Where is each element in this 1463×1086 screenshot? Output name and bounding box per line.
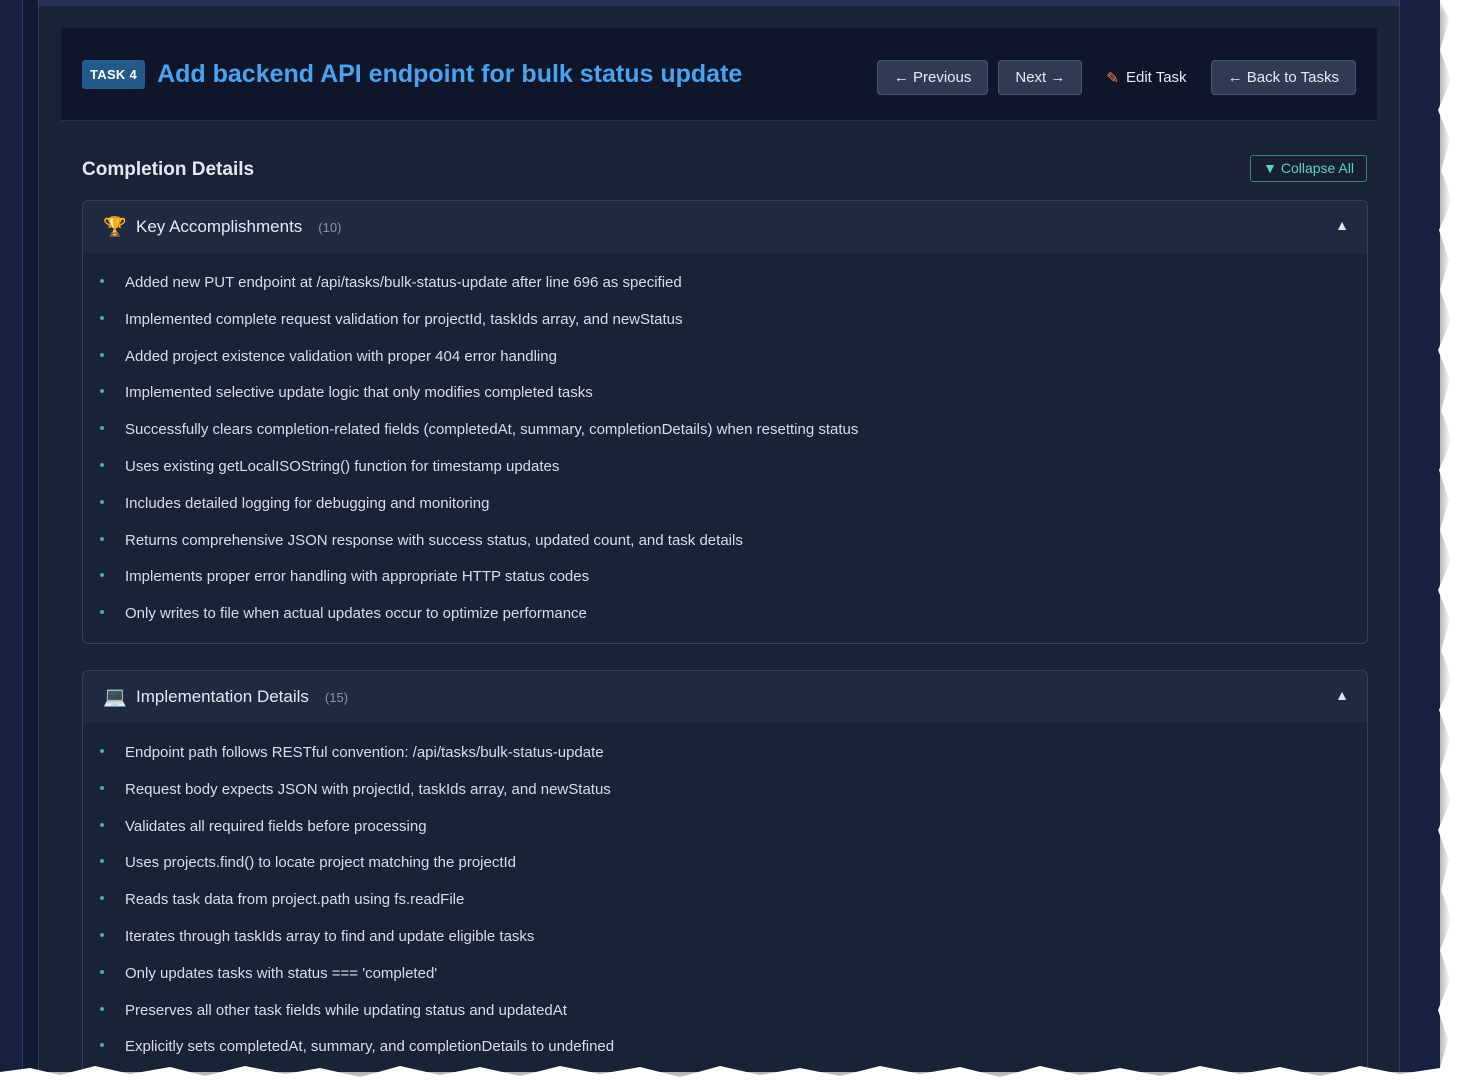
list-item: Returns comprehensive JSON response with… (83, 523, 1367, 560)
list-item: Only updates tasks with status === 'comp… (83, 956, 1367, 993)
trophy-icon: 🏆 (103, 217, 127, 238)
task-nav-buttons: ← Previous Next → ✎ Edit Task ← Back to … (867, 60, 1356, 95)
previous-button-label: ← Previous (893, 69, 972, 86)
list-item: Request body expects JSON with projectId… (83, 772, 1367, 809)
completion-details-title: Completion Details (82, 159, 255, 180)
implementation-details-card: 💻 Implementation Details (15) ▲ Endpoint… (82, 670, 1368, 1072)
pencil-icon: ✎ (1106, 69, 1119, 87)
implementation-details-count: (15) (324, 689, 349, 705)
implementation-details-list: Endpoint path follows RESTful convention… (83, 723, 1367, 1066)
list-item: Iterates through taskIds array to find a… (83, 919, 1367, 956)
list-item: Reads task data from project.path using … (83, 882, 1367, 919)
collapse-all-button[interactable]: ▼ Collapse All (1250, 155, 1367, 182)
laptop-icon: 💻 (103, 687, 127, 708)
collapse-toggle-icon[interactable]: ▲ (1335, 687, 1349, 703)
key-accomplishments-count: (10) (318, 219, 342, 235)
edit-task-label: Edit Task (1125, 69, 1187, 86)
key-accomplishments-card: 🏆 Key Accomplishments (10) ▲ Added new P… (82, 200, 1368, 644)
top-border (39, 0, 1399, 6)
list-item: Successfully clears completion-related f… (83, 412, 1367, 449)
task-header: TASK 4 Add backend API endpoint for bulk… (61, 28, 1377, 121)
list-item: Explicitly sets completedAt, summary, an… (83, 1029, 1367, 1066)
right-scroll-gutter[interactable] (1398, 0, 1440, 1072)
list-item: Implemented selective update logic that … (83, 375, 1367, 412)
list-item: Preserves all other task fields while up… (83, 993, 1367, 1030)
task-detail-panel: TASK 4 Add backend API endpoint for bulk… (38, 0, 1400, 1072)
back-to-tasks-button[interactable]: ← Back to Tasks (1210, 60, 1356, 95)
task-number-badge: TASK 4 (82, 59, 146, 89)
key-accomplishments-title: Key Accomplishments (136, 217, 303, 236)
implementation-details-header[interactable]: 💻 Implementation Details (15) ▲ (83, 671, 1367, 723)
list-item: Added project existence validation with … (83, 339, 1367, 376)
list-item: Uses existing getLocalISOString() functi… (83, 449, 1367, 486)
next-button-label: Next → (1015, 69, 1066, 86)
list-item: Uses projects.find() to locate project m… (83, 845, 1367, 882)
left-margin-stripe (0, 0, 23, 1072)
app-window: TASK 4 Add backend API endpoint for bulk… (0, 0, 1440, 1072)
key-accomplishments-list: Added new PUT endpoint at /api/tasks/bul… (83, 253, 1367, 633)
collapse-toggle-icon[interactable]: ▲ (1335, 217, 1349, 233)
implementation-details-title: Implementation Details (136, 687, 309, 706)
list-item: Includes detailed logging for debugging … (83, 486, 1367, 523)
list-item: Added new PUT endpoint at /api/tasks/bul… (83, 265, 1367, 302)
next-button[interactable]: Next → (998, 60, 1083, 95)
list-item: Implements proper error handling with ap… (83, 559, 1367, 596)
task-title: Add backend API endpoint for bulk status… (157, 59, 743, 88)
key-accomplishments-header[interactable]: 🏆 Key Accomplishments (10) ▲ (83, 201, 1367, 253)
list-item: Implemented complete request validation … (83, 302, 1367, 339)
back-to-tasks-label: ← Back to Tasks (1227, 69, 1339, 86)
list-item: Validates all required fields before pro… (83, 809, 1367, 846)
edit-task-button[interactable]: ✎ Edit Task (1092, 60, 1200, 95)
list-item: Only writes to file when actual updates … (83, 596, 1367, 633)
previous-button[interactable]: ← Previous (876, 60, 989, 95)
completion-details-header: Completion Details ▼ Collapse All (82, 155, 1367, 185)
list-item: Endpoint path follows RESTful convention… (83, 735, 1367, 772)
